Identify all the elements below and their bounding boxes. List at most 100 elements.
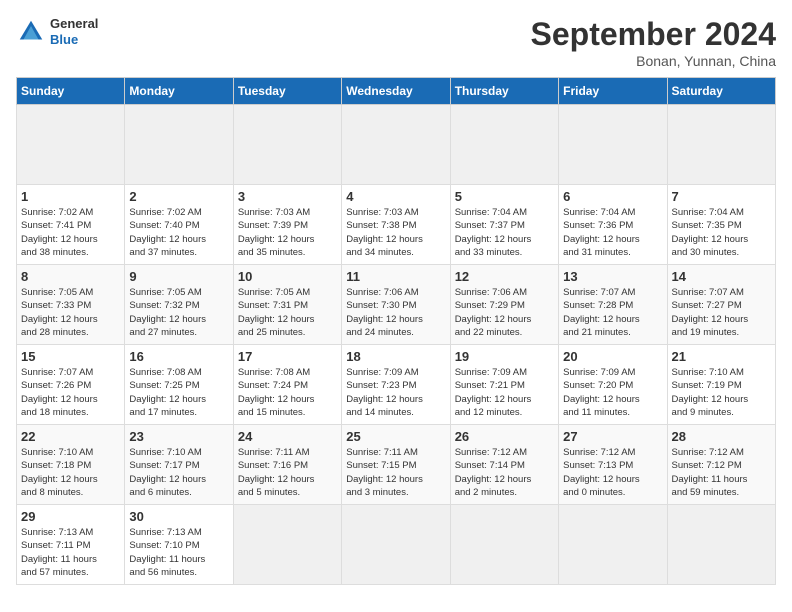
calendar-cell: 7 Sunrise: 7:04 AM Sunset: 7:35 PM Daylig… (667, 185, 775, 265)
day-info: Sunrise: 7:05 AM Sunset: 7:32 PM Dayligh… (129, 286, 228, 339)
calendar-cell (233, 105, 341, 185)
day-number: 6 (563, 189, 662, 204)
day-number: 3 (238, 189, 337, 204)
day-info: Sunrise: 7:13 AM Sunset: 7:10 PM Dayligh… (129, 526, 228, 579)
day-info: Sunrise: 7:12 AM Sunset: 7:12 PM Dayligh… (672, 446, 771, 499)
day-number: 22 (21, 429, 120, 444)
calendar-cell: 6 Sunrise: 7:04 AM Sunset: 7:36 PM Daylig… (559, 185, 667, 265)
calendar-table: SundayMondayTuesdayWednesdayThursdayFrid… (16, 77, 776, 585)
day-number: 7 (672, 189, 771, 204)
location-subtitle: Bonan, Yunnan, China (531, 53, 776, 69)
calendar-cell: 17Sunrise: 7:08 AM Sunset: 7:24 PM Dayli… (233, 345, 341, 425)
logo-text: General Blue (50, 16, 98, 47)
day-info: Sunrise: 7:04 AM Sunset: 7:36 PM Dayligh… (563, 206, 662, 259)
calendar-cell: 29Sunrise: 7:13 AM Sunset: 7:11 PM Dayli… (17, 505, 125, 585)
calendar-week-0 (17, 105, 776, 185)
day-number: 25 (346, 429, 445, 444)
calendar-cell: 21 Sunrise: 7:10 AM Sunset: 7:19 PM Dayli… (667, 345, 775, 425)
calendar-cell (450, 505, 558, 585)
calendar-cell (667, 105, 775, 185)
calendar-cell: 8Sunrise: 7:05 AM Sunset: 7:33 PM Daylig… (17, 265, 125, 345)
day-info: Sunrise: 7:13 AM Sunset: 7:11 PM Dayligh… (21, 526, 120, 579)
calendar-cell: 15Sunrise: 7:07 AM Sunset: 7:26 PM Dayli… (17, 345, 125, 425)
day-info: Sunrise: 7:09 AM Sunset: 7:21 PM Dayligh… (455, 366, 554, 419)
day-number: 12 (455, 269, 554, 284)
calendar-cell: 2 Sunrise: 7:02 AM Sunset: 7:40 PM Daylig… (125, 185, 233, 265)
day-info: Sunrise: 7:11 AM Sunset: 7:15 PM Dayligh… (346, 446, 445, 499)
calendar-cell: 25 Sunrise: 7:11 AM Sunset: 7:15 PM Dayli… (342, 425, 450, 505)
day-info: Sunrise: 7:02 AM Sunset: 7:40 PM Dayligh… (129, 206, 228, 259)
logo-line1: General (50, 16, 98, 32)
day-info: Sunrise: 7:03 AM Sunset: 7:39 PM Dayligh… (238, 206, 337, 259)
day-number: 24 (238, 429, 337, 444)
day-number: 15 (21, 349, 120, 364)
header-row: SundayMondayTuesdayWednesdayThursdayFrid… (17, 78, 776, 105)
day-info: Sunrise: 7:05 AM Sunset: 7:31 PM Dayligh… (238, 286, 337, 339)
calendar-cell: 12Sunrise: 7:06 AM Sunset: 7:29 PM Dayli… (450, 265, 558, 345)
calendar-cell (342, 505, 450, 585)
day-number: 5 (455, 189, 554, 204)
day-number: 19 (455, 349, 554, 364)
day-number: 10 (238, 269, 337, 284)
day-info: Sunrise: 7:07 AM Sunset: 7:28 PM Dayligh… (563, 286, 662, 339)
logo-line2: Blue (50, 32, 98, 48)
day-number: 8 (21, 269, 120, 284)
calendar-week-5: 29Sunrise: 7:13 AM Sunset: 7:11 PM Dayli… (17, 505, 776, 585)
day-number: 21 (672, 349, 771, 364)
calendar-cell: 24 Sunrise: 7:11 AM Sunset: 7:16 PM Dayli… (233, 425, 341, 505)
day-info: Sunrise: 7:10 AM Sunset: 7:19 PM Dayligh… (672, 366, 771, 419)
day-info: Sunrise: 7:07 AM Sunset: 7:27 PM Dayligh… (672, 286, 771, 339)
header-cell-monday: Monday (125, 78, 233, 105)
day-number: 11 (346, 269, 445, 284)
day-info: Sunrise: 7:08 AM Sunset: 7:24 PM Dayligh… (238, 366, 337, 419)
calendar-cell: 10 Sunrise: 7:05 AM Sunset: 7:31 PM Dayli… (233, 265, 341, 345)
calendar-cell: 19 Sunrise: 7:09 AM Sunset: 7:21 PM Dayli… (450, 345, 558, 425)
calendar-week-2: 8Sunrise: 7:05 AM Sunset: 7:33 PM Daylig… (17, 265, 776, 345)
calendar-cell (233, 505, 341, 585)
day-info: Sunrise: 7:11 AM Sunset: 7:16 PM Dayligh… (238, 446, 337, 499)
day-info: Sunrise: 7:12 AM Sunset: 7:14 PM Dayligh… (455, 446, 554, 499)
header-cell-friday: Friday (559, 78, 667, 105)
header-cell-sunday: Sunday (17, 78, 125, 105)
calendar-cell: 3 Sunrise: 7:03 AM Sunset: 7:39 PM Daylig… (233, 185, 341, 265)
day-info: Sunrise: 7:09 AM Sunset: 7:20 PM Dayligh… (563, 366, 662, 419)
header-cell-tuesday: Tuesday (233, 78, 341, 105)
header: General Blue September 2024 Bonan, Yunna… (16, 16, 776, 69)
day-info: Sunrise: 7:04 AM Sunset: 7:37 PM Dayligh… (455, 206, 554, 259)
calendar-cell: 27 Sunrise: 7:12 AM Sunset: 7:13 PM Dayli… (559, 425, 667, 505)
day-info: Sunrise: 7:06 AM Sunset: 7:30 PM Dayligh… (346, 286, 445, 339)
calendar-cell: 4Sunrise: 7:03 AM Sunset: 7:38 PM Daylig… (342, 185, 450, 265)
calendar-header: SundayMondayTuesdayWednesdayThursdayFrid… (17, 78, 776, 105)
calendar-cell: 30Sunrise: 7:13 AM Sunset: 7:10 PM Dayli… (125, 505, 233, 585)
calendar-cell: 11 Sunrise: 7:06 AM Sunset: 7:30 PM Dayli… (342, 265, 450, 345)
logo-icon (16, 17, 46, 47)
calendar-cell (559, 505, 667, 585)
day-number: 4 (346, 189, 445, 204)
calendar-cell: 23 Sunrise: 7:10 AM Sunset: 7:17 PM Dayli… (125, 425, 233, 505)
day-number: 9 (129, 269, 228, 284)
day-info: Sunrise: 7:12 AM Sunset: 7:13 PM Dayligh… (563, 446, 662, 499)
day-number: 28 (672, 429, 771, 444)
logo: General Blue (16, 16, 98, 47)
day-number: 27 (563, 429, 662, 444)
day-info: Sunrise: 7:08 AM Sunset: 7:25 PM Dayligh… (129, 366, 228, 419)
header-cell-thursday: Thursday (450, 78, 558, 105)
calendar-cell: 5 Sunrise: 7:04 AM Sunset: 7:37 PM Daylig… (450, 185, 558, 265)
day-info: Sunrise: 7:02 AM Sunset: 7:41 PM Dayligh… (21, 206, 120, 259)
day-number: 18 (346, 349, 445, 364)
calendar-cell: 26 Sunrise: 7:12 AM Sunset: 7:14 PM Dayli… (450, 425, 558, 505)
title-area: September 2024 Bonan, Yunnan, China (531, 16, 776, 69)
calendar-cell: 22 Sunrise: 7:10 AM Sunset: 7:18 PM Dayli… (17, 425, 125, 505)
day-number: 2 (129, 189, 228, 204)
calendar-week-3: 15Sunrise: 7:07 AM Sunset: 7:26 PM Dayli… (17, 345, 776, 425)
calendar-cell: 20Sunrise: 7:09 AM Sunset: 7:20 PM Dayli… (559, 345, 667, 425)
day-number: 23 (129, 429, 228, 444)
day-info: Sunrise: 7:10 AM Sunset: 7:17 PM Dayligh… (129, 446, 228, 499)
calendar-cell: 14Sunrise: 7:07 AM Sunset: 7:27 PM Dayli… (667, 265, 775, 345)
calendar-cell (342, 105, 450, 185)
day-info: Sunrise: 7:04 AM Sunset: 7:35 PM Dayligh… (672, 206, 771, 259)
day-number: 26 (455, 429, 554, 444)
day-info: Sunrise: 7:10 AM Sunset: 7:18 PM Dayligh… (21, 446, 120, 499)
calendar-week-4: 22 Sunrise: 7:10 AM Sunset: 7:18 PM Dayli… (17, 425, 776, 505)
day-info: Sunrise: 7:09 AM Sunset: 7:23 PM Dayligh… (346, 366, 445, 419)
